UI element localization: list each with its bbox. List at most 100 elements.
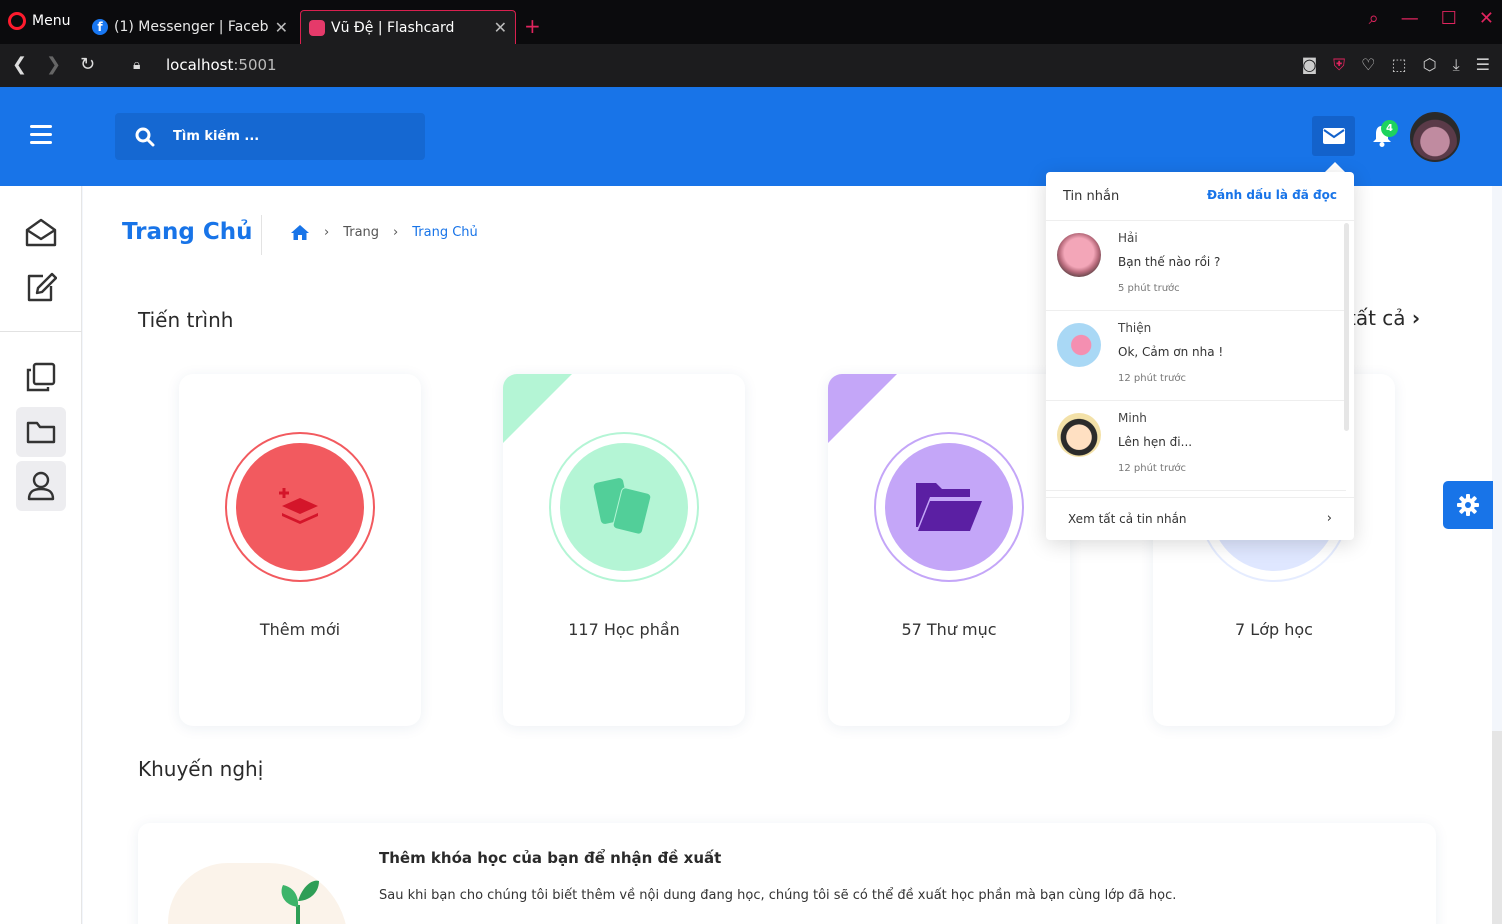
camera-icon[interactable]: ◙ <box>1302 55 1318 75</box>
card-icon-ring <box>874 432 1024 582</box>
edit-icon <box>27 272 57 302</box>
address-bar: ❮ ❯ ↻ 🔒︎ localhost:5001 ◙ ⛨ ♡ ⬚ ⬡ ⤓ ☰ <box>0 44 1502 87</box>
folder-icon <box>26 421 56 444</box>
sidebar-item-classes[interactable] <box>16 461 66 511</box>
messages-button[interactable] <box>1312 116 1355 156</box>
recommend-illustration <box>168 863 348 924</box>
minimize-icon[interactable]: — <box>1401 8 1419 29</box>
close-window-icon[interactable]: ✕ <box>1479 8 1494 29</box>
heart-icon[interactable]: ♡ <box>1361 55 1375 75</box>
home-icon[interactable] <box>290 224 310 241</box>
progress-section-title: Tiến trình <box>138 308 234 332</box>
search-input[interactable] <box>173 129 393 144</box>
message-preview: Bạn thế nào rồi ? <box>1118 255 1221 269</box>
card-study-sets[interactable]: 117 Học phần <box>503 374 745 726</box>
flashcards-icon <box>593 478 652 535</box>
copy-icon <box>26 362 56 392</box>
message-item[interactable]: Minh Lên hẹn đi... 12 phút trước <box>1046 401 1346 491</box>
see-all-messages-label: Xem tất cả tin nhắn <box>1068 512 1187 526</box>
opera-icon <box>8 12 26 30</box>
user-avatar[interactable] <box>1410 112 1460 162</box>
envelope-icon <box>1322 128 1345 144</box>
recommend-card: Thêm khóa học của bạn để nhận đề xuất Sa… <box>138 823 1436 924</box>
search-box[interactable] <box>115 113 425 160</box>
easy-setup-icon[interactable]: ☰ <box>1476 55 1490 75</box>
message-item[interactable]: Thiện Ok, Cảm ơn nha ! 12 phút trước <box>1046 311 1346 401</box>
see-all-label: tất cả <box>1348 306 1406 330</box>
message-list-scrollbar[interactable] <box>1344 223 1349 431</box>
close-tab-icon[interactable]: ✕ <box>494 18 507 37</box>
card-icon-disc <box>885 443 1013 571</box>
card-folders[interactable]: 57 Thư mục <box>828 374 1070 726</box>
cube-icon[interactable]: ⬡ <box>1423 55 1437 75</box>
window-controls: ⌕ — ☐ ✕ <box>1369 8 1494 29</box>
search-icon <box>135 127 155 146</box>
tab-title: (1) Messenger | Facebook <box>114 19 269 35</box>
card-corner-ribbon <box>828 374 897 443</box>
sidebar-item-study-sets[interactable] <box>16 352 66 402</box>
card-add-new[interactable]: Thêm mới <box>179 374 421 726</box>
maximize-icon[interactable]: ☐ <box>1441 8 1457 29</box>
browser-menu-label: Menu <box>32 13 71 29</box>
chevron-right-icon: › <box>324 225 330 240</box>
recommend-heading: Thêm khóa học của bạn để nhận đề xuất <box>379 849 722 867</box>
mark-all-read-link[interactable]: Đánh dấu là đã đọc <box>1207 188 1337 202</box>
flashcard-favicon-icon <box>309 19 325 36</box>
card-icon-disc <box>236 443 364 571</box>
message-time: 5 phút trước <box>1118 283 1180 294</box>
forward-icon[interactable]: ❯ <box>46 54 61 75</box>
url-host: localhost <box>166 56 234 74</box>
breadcrumb-current: Trang Chủ <box>412 225 478 240</box>
lock-icon: 🔒︎ <box>133 57 141 73</box>
tab-flashcard[interactable]: Vũ Đệ | Flashcard ✕ <box>300 10 516 44</box>
messages-dropdown-title: Tin nhắn <box>1063 189 1120 204</box>
message-sender: Thiện <box>1118 321 1152 335</box>
card-label: 57 Thư mục <box>901 620 997 639</box>
sidebar <box>0 186 82 924</box>
sidebar-divider <box>0 331 82 332</box>
reload-icon[interactable]: ↻ <box>80 54 95 75</box>
snapshot-icon[interactable]: ⬚ <box>1391 55 1406 75</box>
card-icon-disc <box>560 443 688 571</box>
messages-dropdown-header: Tin nhắn Đánh dấu là đã đọc <box>1046 172 1354 221</box>
message-avatar <box>1057 233 1101 277</box>
see-all-messages-link[interactable]: Xem tất cả tin nhắn › <box>1046 497 1354 540</box>
search-tabs-icon[interactable]: ⌕ <box>1369 8 1379 29</box>
back-icon[interactable]: ❮ <box>12 54 27 75</box>
title-divider <box>261 215 262 255</box>
chevron-right-icon: › <box>1411 306 1421 330</box>
card-label: 7 Lớp học <box>1235 620 1313 639</box>
url-field[interactable]: localhost:5001 <box>166 56 277 74</box>
facebook-icon: f <box>92 19 108 35</box>
page-title: Trang Chủ <box>122 219 253 245</box>
breadcrumb-item[interactable]: Trang <box>343 225 379 240</box>
recommend-section-title: Khuyến nghị <box>138 757 264 781</box>
sidebar-item-inbox[interactable] <box>16 208 66 258</box>
message-sender: Hải <box>1118 231 1138 245</box>
breadcrumb: › Trang › Trang Chủ <box>290 224 478 241</box>
sprout-icon <box>281 880 319 924</box>
browser-menu-button[interactable]: Menu <box>8 12 70 30</box>
messages-dropdown: Tin nhắn Đánh dấu là đã đọc Hải Bạn thế … <box>1046 172 1354 540</box>
shield-icon[interactable]: ⛨ <box>1333 55 1345 75</box>
message-time: 12 phút trước <box>1118 463 1187 474</box>
sidebar-item-edit[interactable] <box>16 262 66 312</box>
add-layers-icon <box>279 488 318 524</box>
download-icon[interactable]: ⤓ <box>1453 55 1460 75</box>
chevron-right-icon: › <box>393 225 399 240</box>
gear-icon <box>1457 494 1479 516</box>
page-scrollbar[interactable] <box>1492 186 1502 924</box>
message-preview: Lên hẹn đi... <box>1118 435 1193 449</box>
new-tab-button[interactable]: + <box>524 14 541 38</box>
card-label: 117 Học phần <box>568 620 680 639</box>
see-all-link[interactable]: tất cả › <box>1348 306 1420 330</box>
chevron-right-icon: › <box>1326 511 1332 526</box>
hamburger-menu-icon[interactable] <box>30 125 52 149</box>
settings-button[interactable] <box>1443 481 1493 529</box>
tab-messenger[interactable]: f (1) Messenger | Facebook ✕ <box>84 10 296 44</box>
sidebar-item-folders[interactable] <box>16 407 66 457</box>
page-scrollbar-thumb[interactable] <box>1492 731 1502 924</box>
message-item[interactable]: Hải Bạn thế nào rồi ? 5 phút trước <box>1046 221 1346 311</box>
close-tab-icon[interactable]: ✕ <box>275 18 288 37</box>
url-port: :5001 <box>233 56 277 74</box>
